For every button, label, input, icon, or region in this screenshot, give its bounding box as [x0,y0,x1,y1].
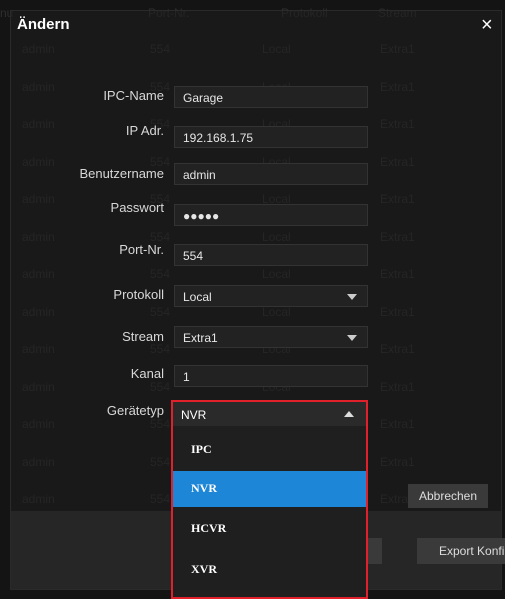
channel-label: Kanal [130,366,164,381]
port-label: Port-Nr. [119,242,164,257]
device-type-value: NVR [181,408,207,422]
ipc-name-label: IPC-Name [103,88,164,103]
export-config-button[interactable]: Export Konfi [417,538,505,564]
dialog-title-bar: Ändern × [11,11,501,43]
close-icon[interactable]: × [481,14,493,36]
protocol-select[interactable]: Local [174,285,368,307]
password-input[interactable]: ●●●●● [174,204,368,226]
protocol-value: Local [183,290,212,304]
device-type-select[interactable]: NVR [171,400,368,428]
option-ipc[interactable]: IPC [173,432,366,468]
dialog-title: Ändern [17,16,70,33]
option-nvr[interactable]: NVR [173,471,366,507]
cancel-button[interactable]: Abbrechen [408,484,488,508]
stream-select[interactable]: Extra1 [174,326,368,348]
stream-label: Stream [122,329,164,344]
username-input[interactable]: admin [174,163,368,185]
option-xvr[interactable]: XVR [173,552,366,588]
ipc-name-input[interactable]: Garage [174,86,368,108]
device-type-dropdown: IPC NVR HCVR XVR [171,426,368,599]
ip-input[interactable]: 192.168.1.75 [174,126,368,148]
option-hcvr[interactable]: HCVR [173,511,366,547]
ip-label: IP Adr. [125,123,164,138]
channel-input[interactable]: 1 [174,365,368,387]
device-type-label: Gerätetyp [106,403,164,418]
chevron-up-icon [344,411,354,417]
edit-dialog: Ändern × IPC-Name Garage IP Adr. 192.168… [10,10,505,599]
password-label: Passwort [110,200,164,215]
port-input[interactable]: 554 [174,244,368,266]
protocol-label: Protokoll [113,287,164,302]
chevron-down-icon [347,294,357,300]
username-label: Benutzername [79,166,164,181]
footer-button-partial[interactable] [368,538,382,564]
stream-value: Extra1 [183,331,218,345]
chevron-down-icon [347,335,357,341]
